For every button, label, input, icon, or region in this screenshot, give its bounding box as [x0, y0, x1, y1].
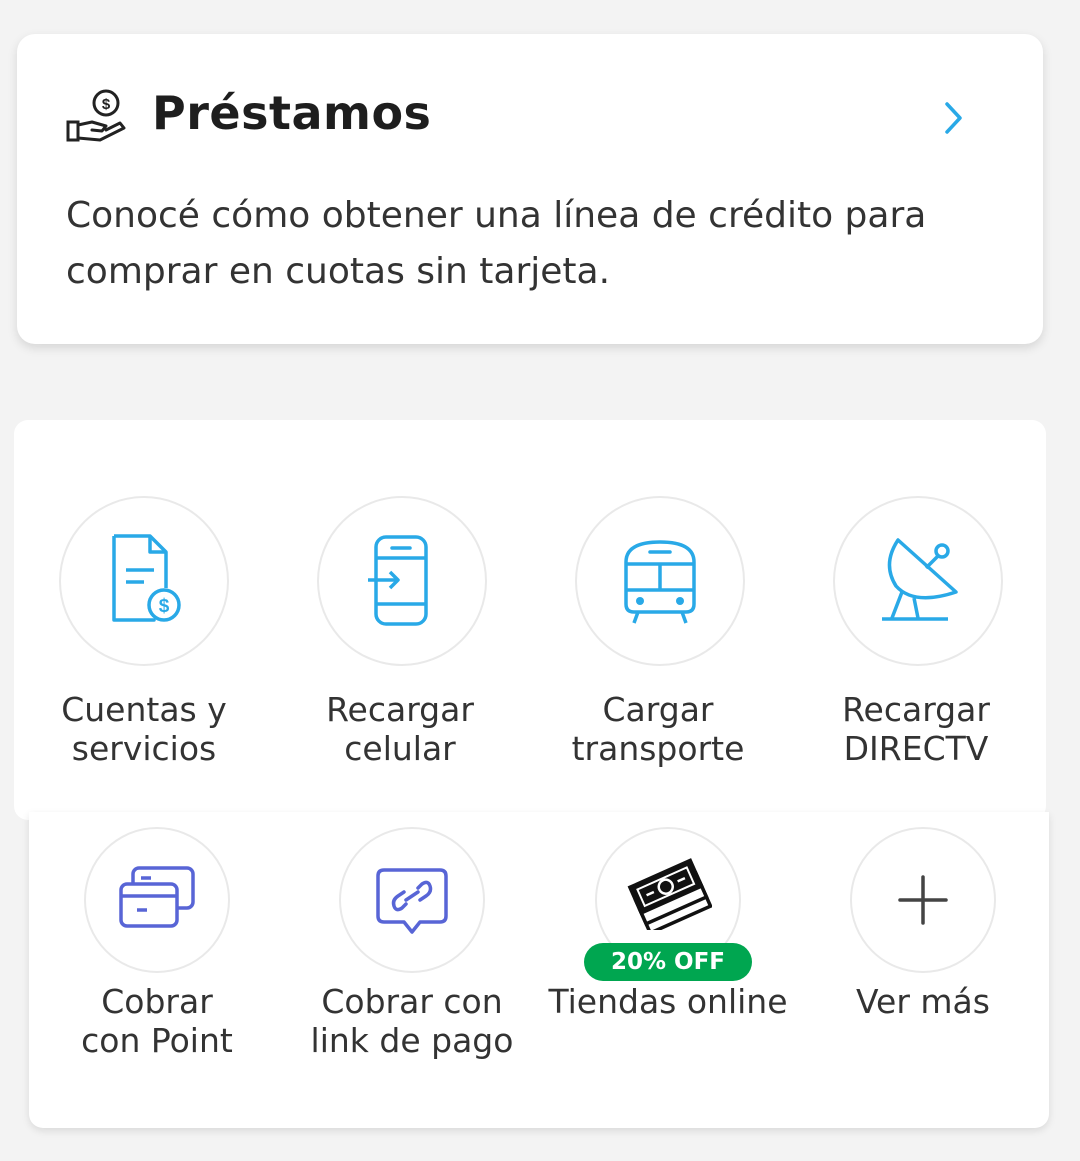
svg-text:$: $	[159, 596, 170, 617]
service-label: Cuentas y servicios	[61, 690, 227, 768]
train-icon	[624, 540, 696, 624]
service-label: Cobrar con Point	[81, 982, 233, 1060]
service-label: Ver más	[856, 982, 990, 1021]
phone-recharge-icon	[368, 535, 428, 626]
service-label: Recargar celular	[326, 690, 474, 768]
plus-icon	[898, 875, 948, 925]
cards-icon	[119, 866, 195, 928]
bill-document-icon: $	[112, 534, 181, 622]
service-label: Recargar DIRECTV	[842, 690, 990, 768]
payment-link-icon	[376, 868, 448, 934]
discount-badge: 20% OFF	[584, 943, 752, 981]
svg-text:$: $	[102, 96, 111, 113]
hand-money-icon: $	[66, 89, 126, 142]
loans-title: Préstamos	[152, 86, 432, 140]
service-label: Cobrar con link de pago	[310, 982, 514, 1060]
satellite-dish-icon	[882, 538, 958, 621]
chevron-right-icon[interactable]	[938, 98, 968, 138]
loans-description: Conocé cómo obtener una línea de crédito…	[66, 195, 927, 292]
service-label: Tiendas online	[548, 982, 788, 1021]
money-stack-icon	[627, 858, 712, 930]
service-label: Cargar transporte	[571, 690, 745, 768]
